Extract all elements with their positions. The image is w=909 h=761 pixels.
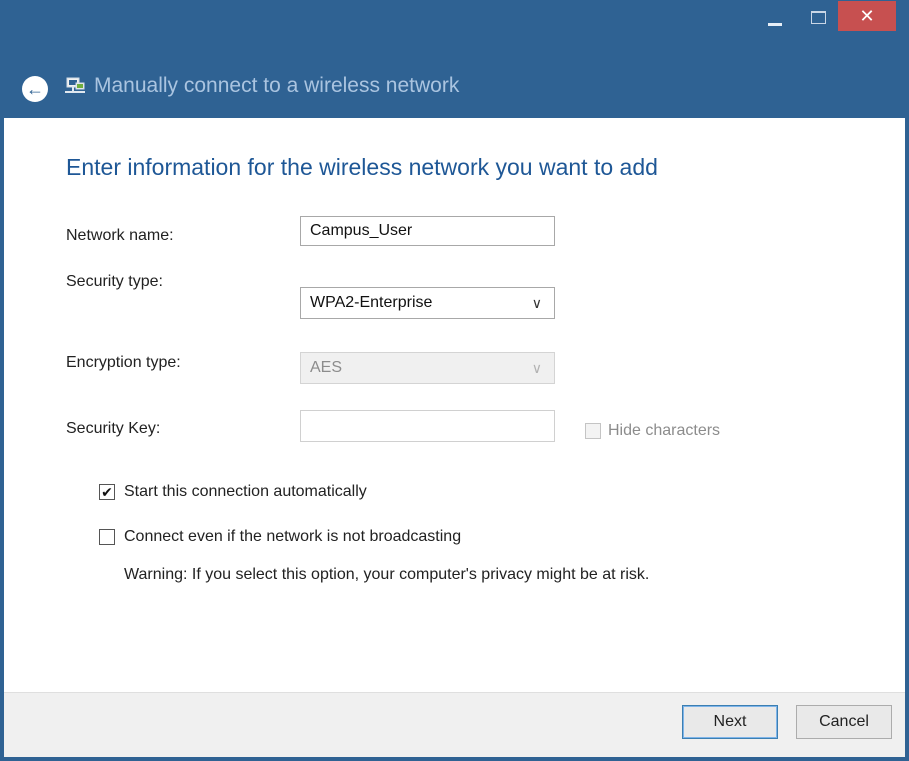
maximize-button[interactable] — [803, 4, 833, 34]
network-name-input[interactable]: Campus_User — [300, 216, 555, 246]
dialog-window: ✕ ← Manually connect to a wireless netwo… — [0, 0, 909, 761]
encryption-type-label: Encryption type: — [66, 354, 181, 371]
button-bar: Next Cancel — [4, 692, 905, 757]
minimize-button[interactable] — [760, 4, 790, 34]
minimize-icon — [768, 23, 782, 26]
page-heading: Enter information for the wireless netwo… — [66, 154, 658, 180]
back-button[interactable]: ← — [22, 76, 48, 102]
chevron-down-icon: ∨ — [531, 360, 542, 376]
encryption-type-value: AES — [310, 359, 343, 376]
checkmark-icon: ✔ — [101, 484, 113, 500]
network-icon — [65, 77, 85, 93]
encryption-type-select: AES ∨ — [300, 352, 555, 384]
privacy-warning-text: Warning: If you select this option, your… — [124, 566, 650, 583]
connect-not-broadcasting-label[interactable]: Connect even if the network is not broad… — [124, 528, 461, 546]
start-automatically-label[interactable]: Start this connection automatically — [124, 483, 367, 501]
security-type-select[interactable]: WPA2-Enterprise ∨ — [300, 287, 555, 319]
dialog-content: Enter information for the wireless netwo… — [4, 118, 905, 692]
close-icon: ✕ — [859, 6, 875, 26]
hide-characters-label: Hide characters — [608, 422, 721, 439]
network-name-label: Network name: — [66, 227, 174, 244]
title-bar: ✕ ← Manually connect to a wireless netwo… — [0, 0, 905, 118]
hide-characters-checkbox — [585, 423, 601, 439]
cancel-button[interactable]: Cancel — [796, 705, 892, 739]
maximize-icon — [811, 11, 826, 24]
security-key-label: Security Key: — [66, 420, 161, 437]
back-arrow-icon: ← — [26, 79, 44, 99]
close-button[interactable]: ✕ — [838, 1, 896, 31]
next-button[interactable]: Next — [682, 705, 778, 739]
security-type-value: WPA2-Enterprise — [310, 294, 433, 311]
window-title: Manually connect to a wireless network — [94, 74, 460, 97]
connect-not-broadcasting-checkbox[interactable] — [99, 529, 115, 545]
chevron-down-icon: ∨ — [531, 295, 542, 311]
security-type-label: Security type: — [66, 273, 163, 290]
start-automatically-checkbox[interactable]: ✔ — [99, 484, 115, 500]
security-key-input — [300, 410, 555, 442]
